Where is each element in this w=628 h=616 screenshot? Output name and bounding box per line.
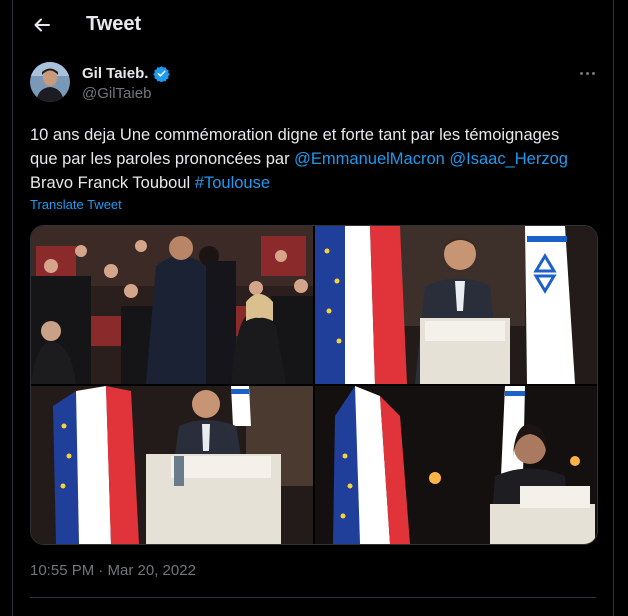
photo-herzog-podium[interactable]: [31, 386, 313, 544]
tweet-text-line: 10 ans deja Une commémoration digne et f…: [30, 126, 560, 144]
mention-link-macron[interactable]: @EmmanuelMacron: [294, 150, 445, 168]
photo-audience[interactable]: [31, 226, 313, 384]
photo-macron-podium[interactable]: [315, 226, 597, 384]
media-grid[interactable]: [30, 225, 598, 545]
hashtag-link[interactable]: #Toulouse: [195, 174, 270, 192]
author-handle[interactable]: @GilTaieb: [82, 85, 151, 102]
translate-tweet-link[interactable]: Translate Tweet: [30, 197, 122, 212]
tweet-text-line: que par les paroles prononcées par @Emma…: [30, 150, 568, 168]
more-dots-icon: [579, 71, 583, 75]
tweet-text-line: Bravo Franck Touboul #Toulouse: [30, 174, 271, 192]
photo-speaker-podium[interactable]: [315, 386, 597, 544]
back-button[interactable]: [27, 10, 57, 40]
author-name[interactable]: Gil Taieb.: [82, 65, 148, 82]
arrow-left-icon: [34, 18, 50, 32]
tweet-text: 10 ans deja Une commémoration digne et f…: [30, 123, 600, 195]
mention-link-herzog[interactable]: @Isaac_Herzog: [449, 150, 568, 168]
column-border-right: [613, 0, 614, 616]
page-title: Tweet: [86, 13, 142, 35]
tweet-timestamp[interactable]: 10:55 PM · Mar 20, 2022: [30, 562, 196, 579]
avatar[interactable]: [30, 62, 70, 102]
more-options-button[interactable]: [572, 62, 602, 84]
tweet-header: Tweet: [13, 0, 613, 50]
divider: [30, 597, 596, 598]
verified-badge-icon: [153, 66, 170, 82]
column-border-left: [12, 0, 13, 616]
